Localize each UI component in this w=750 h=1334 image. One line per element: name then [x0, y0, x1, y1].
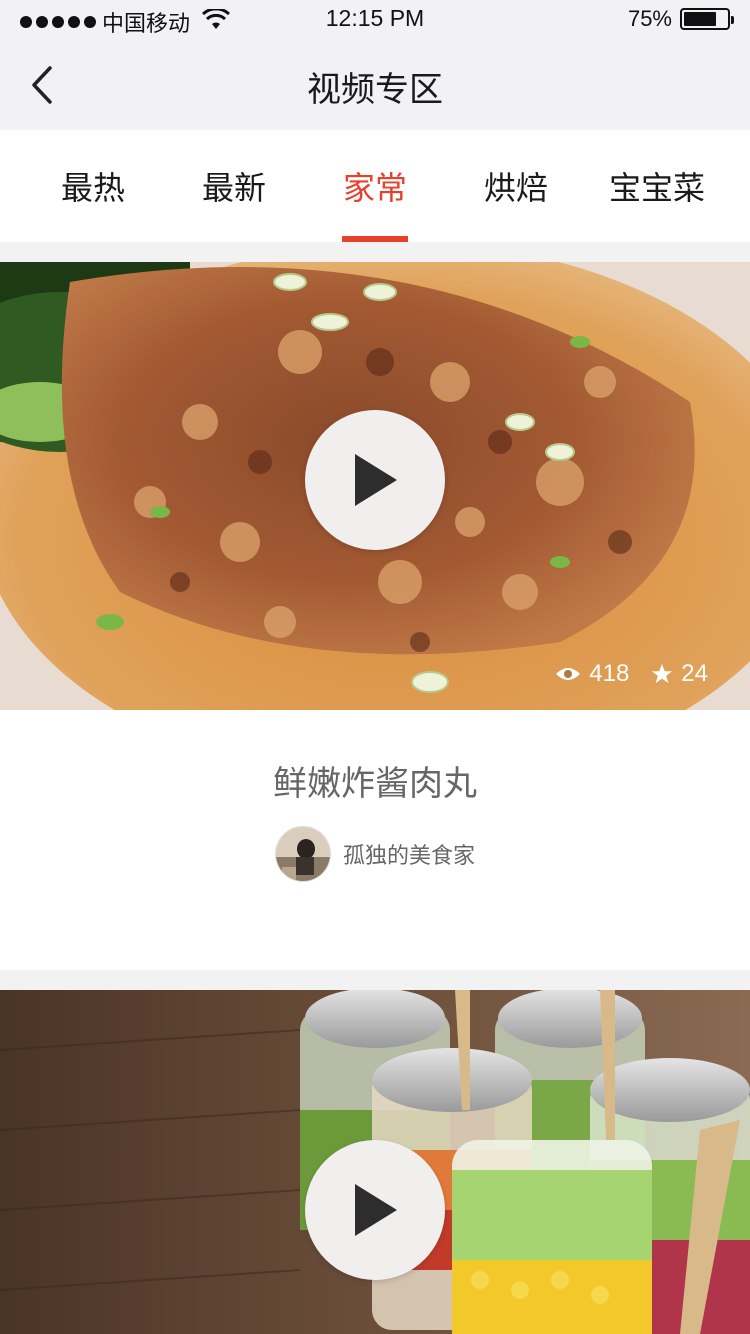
tab-home-cooking[interactable]: 家常 [282, 130, 468, 242]
video-thumbnail[interactable]: 418 24 [0, 262, 750, 710]
video-card[interactable] [0, 990, 750, 1334]
author-name[interactable]: 孤独的美食家 [343, 838, 475, 870]
star-icon [652, 663, 673, 684]
author-info[interactable]: 孤独的美食家 [0, 826, 750, 882]
video-card[interactable]: 418 24 鲜嫩炸酱肉丸 孤独的美食家 [0, 262, 750, 970]
status-bar: 中国移动 12:15 PM 75% [0, 0, 750, 40]
video-stats: 418 24 [533, 660, 708, 688]
battery-tip [731, 16, 734, 24]
active-tab-indicator [342, 236, 408, 242]
view-count: 418 [555, 660, 629, 688]
tab-label: 最热 [60, 169, 125, 207]
tab-newest[interactable]: 最新 [186, 130, 282, 242]
tab-baking[interactable]: 烘焙 [468, 130, 564, 242]
nav-bar: 视频专区 [0, 40, 750, 130]
star-count-value: 24 [681, 660, 708, 687]
battery-icon [680, 8, 734, 30]
page-title: 视频专区 [307, 70, 443, 110]
tab-label: 最新 [201, 169, 266, 207]
category-tabs: 最热 最新 家常 烘焙 宝宝菜 [0, 130, 750, 242]
eye-icon [556, 668, 581, 680]
tab-hottest[interactable]: 最热 [0, 130, 186, 242]
battery-percent: 75% [627, 6, 672, 31]
view-count-value: 418 [589, 660, 630, 687]
tab-label: 烘焙 [483, 169, 548, 207]
star-count: 24 [651, 660, 708, 688]
avatar[interactable] [274, 826, 331, 882]
play-button[interactable] [305, 1140, 445, 1280]
play-button[interactable] [305, 410, 445, 550]
play-icon [355, 1184, 397, 1236]
tab-label: 家常 [342, 169, 407, 207]
avatar-image [275, 827, 330, 881]
tab-baby-food[interactable]: 宝宝菜 [564, 130, 750, 242]
video-title[interactable]: 鲜嫩炸酱肉丸 [0, 756, 750, 805]
battery-fill [684, 12, 716, 26]
play-icon [355, 454, 397, 506]
tab-label: 宝宝菜 [608, 169, 705, 207]
battery-group: 75% [627, 6, 734, 32]
video-thumbnail[interactable] [0, 990, 750, 1334]
